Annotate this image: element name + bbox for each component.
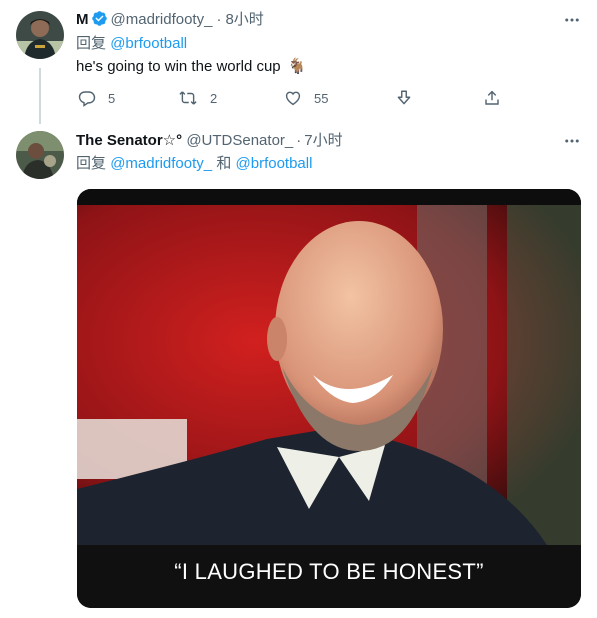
share-icon bbox=[483, 89, 501, 107]
timestamp[interactable]: 8小时 bbox=[225, 11, 263, 28]
verified-badge-icon bbox=[91, 10, 108, 33]
tweet-header: The Senator☆° @UTDSenator_ · 7小时 bbox=[76, 131, 343, 151]
mention-link[interactable]: @brfootball bbox=[236, 155, 313, 172]
downvote-icon bbox=[395, 89, 413, 107]
handle[interactable]: @madridfooty_ bbox=[111, 11, 213, 28]
avatar[interactable] bbox=[16, 11, 64, 59]
more-icon[interactable] bbox=[560, 131, 584, 151]
separator: · bbox=[216, 11, 222, 28]
reply-context: 回复 @madridfooty_ 和 @brfootball bbox=[76, 154, 312, 174]
mention-link[interactable]: @madridfooty_ bbox=[110, 155, 212, 172]
more-icon[interactable] bbox=[560, 10, 584, 30]
mention-link[interactable]: @brfootball bbox=[110, 35, 187, 52]
like-count: 55 bbox=[314, 90, 329, 106]
tweet-media-image[interactable]: “I LAUGHED TO BE HONEST” bbox=[77, 189, 581, 608]
goat-emoji: 🐐 bbox=[287, 58, 307, 75]
tweet-text-body: he's going to win the world cup bbox=[76, 58, 281, 75]
media-photo bbox=[77, 189, 581, 608]
share-button[interactable] bbox=[483, 89, 501, 107]
handle[interactable]: @UTDSenator_ bbox=[186, 132, 293, 149]
avatar-photo bbox=[16, 11, 64, 59]
retweet-icon bbox=[178, 89, 198, 107]
retweet-count: 2 bbox=[210, 90, 218, 106]
tweet-header: M @madridfooty_ · 8小时 bbox=[76, 10, 264, 33]
like-button[interactable]: 55 bbox=[284, 89, 395, 107]
downvote-button[interactable] bbox=[395, 89, 483, 107]
media-caption: “I LAUGHED TO BE HONEST” bbox=[174, 559, 484, 584]
thread-line bbox=[39, 68, 41, 124]
reply-joiner: 和 bbox=[216, 155, 232, 172]
reply-prefix: 回复 bbox=[76, 35, 107, 52]
timestamp[interactable]: 7小时 bbox=[304, 132, 342, 149]
display-name[interactable]: The Senator☆° bbox=[76, 132, 182, 149]
separator: · bbox=[296, 132, 302, 149]
action-bar: 5 2 55 bbox=[78, 89, 501, 107]
reply-count: 5 bbox=[108, 90, 116, 106]
reply-prefix: 回复 bbox=[76, 155, 107, 172]
tweet-text: he's going to win the world cup 🐐 bbox=[76, 57, 307, 77]
reply-button[interactable]: 5 bbox=[78, 89, 178, 107]
avatar[interactable] bbox=[16, 131, 64, 179]
reply-context: 回复 @brfootball bbox=[76, 34, 187, 54]
retweet-button[interactable]: 2 bbox=[178, 89, 284, 107]
tweet-1[interactable]: M @madridfooty_ · 8小时 回复 @brfootball he's g… bbox=[0, 0, 597, 124]
avatar-photo bbox=[16, 131, 64, 179]
display-name[interactable]: M bbox=[76, 11, 89, 28]
reply-icon bbox=[78, 89, 96, 107]
like-icon bbox=[284, 89, 302, 107]
